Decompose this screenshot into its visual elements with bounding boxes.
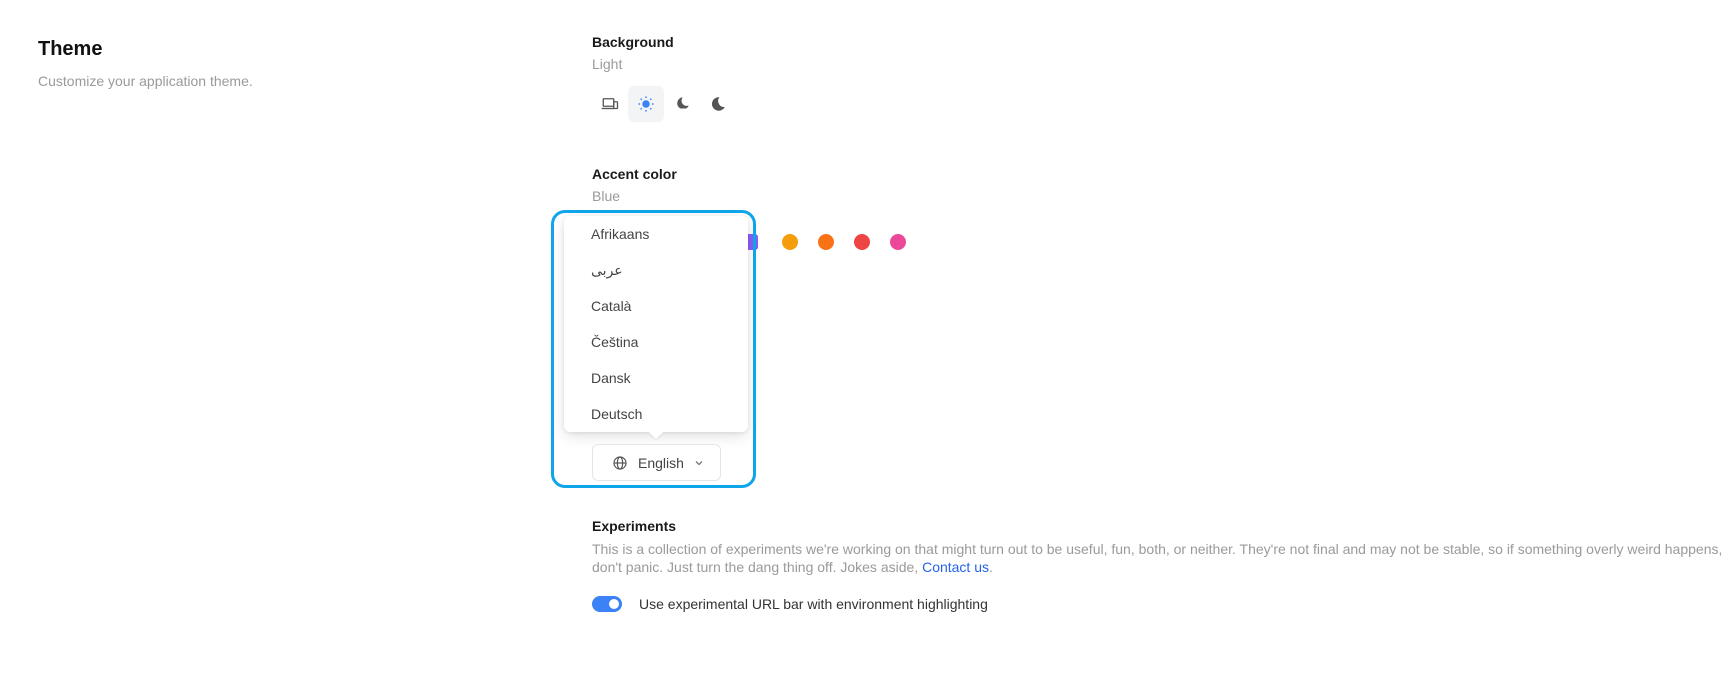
experimental-url-bar-row: Use experimental URL bar with environmen…: [592, 596, 988, 612]
language-select-button[interactable]: English: [592, 444, 721, 481]
language-option[interactable]: Čeština: [564, 324, 748, 360]
experiments-setting: Experiments This is a collection of expe…: [592, 518, 1731, 576]
background-options: [592, 86, 736, 122]
theme-subtitle: Customize your application theme.: [38, 73, 253, 89]
chevron-down-icon: [695, 460, 703, 465]
sun-icon: [638, 96, 654, 112]
accent-swatch-red[interactable]: [854, 234, 870, 250]
contact-us-link[interactable]: Contact us: [922, 559, 989, 575]
experimental-url-bar-toggle[interactable]: [592, 596, 622, 612]
background-dark-button[interactable]: [664, 86, 700, 122]
language-option[interactable]: Català: [564, 288, 748, 324]
background-system-button[interactable]: [592, 86, 628, 122]
experiments-label: Experiments: [592, 518, 677, 534]
experiments-description-period: .: [989, 559, 993, 575]
experimental-url-bar-label: Use experimental URL bar with environmen…: [639, 596, 988, 612]
language-dropdown-menu: Afrikaans عربى Català Čeština Dansk Deut…: [564, 216, 748, 432]
devices-icon: [601, 98, 619, 110]
accent-color-setting: Accent color Blue: [592, 166, 677, 204]
language-option[interactable]: Deutsch: [564, 396, 748, 432]
background-label: Background: [592, 34, 674, 50]
theme-title: Theme: [38, 38, 103, 60]
background-value: Light: [592, 56, 623, 72]
accent-swatches: [746, 234, 906, 250]
accent-swatch-orange[interactable]: [818, 234, 834, 250]
moon-stars-icon: [674, 97, 689, 110]
theme-section-header: Theme Customize your application theme.: [38, 38, 253, 89]
moon-icon: [711, 97, 725, 111]
language-option[interactable]: Dansk: [564, 360, 748, 396]
accent-color-value: Blue: [592, 188, 621, 204]
accent-swatch-amber[interactable]: [782, 234, 798, 250]
globe-icon: [613, 455, 627, 470]
background-setting: Background Light: [592, 34, 736, 122]
background-black-button[interactable]: [700, 86, 736, 122]
language-option[interactable]: Afrikaans: [564, 216, 748, 252]
language-selected-label: English: [638, 454, 684, 471]
language-option[interactable]: عربى: [564, 252, 748, 288]
background-light-button[interactable]: [628, 86, 664, 122]
experiments-description: This is a collection of experiments we'r…: [592, 540, 1731, 576]
accent-color-label: Accent color: [592, 166, 677, 182]
experiments-description-text: This is a collection of experiments we'r…: [592, 541, 1723, 575]
accent-swatch-pink[interactable]: [890, 234, 906, 250]
